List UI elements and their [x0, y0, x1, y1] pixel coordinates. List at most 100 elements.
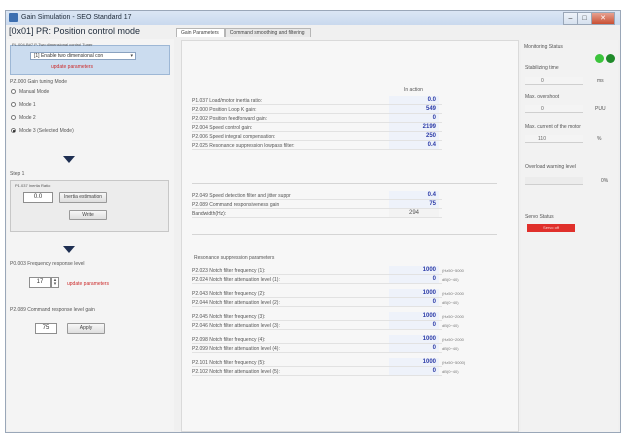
max-current-unit: %	[597, 136, 602, 142]
param-value[interactable]: 0	[389, 298, 439, 306]
param-value[interactable]: 0.4	[389, 191, 439, 199]
write-button[interactable]: Write	[69, 210, 107, 220]
table-row: P2.099 Notch filter attenuation level (4…	[192, 344, 459, 353]
param-unit: dB(0~40)	[442, 369, 459, 374]
radio-mode-2[interactable]: Mode 2	[11, 113, 36, 122]
radio-manual-mode[interactable]: Manual Mode	[11, 87, 49, 96]
param-unit: dB(0~40)	[442, 300, 459, 305]
overload-warning-unit: 0%	[601, 178, 609, 184]
radio-button[interactable]	[11, 102, 16, 107]
gain-parameters-panel: In action P1.037 Load/motor inertia rati…	[181, 40, 519, 432]
inertia-estimation-button[interactable]: Inertia estimation	[59, 192, 107, 203]
combo-value: [1] Enable two dimensional con	[34, 53, 104, 59]
param-name: P2.044 Notch filter attenuation level (2…	[192, 300, 280, 306]
status-light-icon	[606, 54, 615, 63]
table-row: P2.024 Notch filter attenuation level (1…	[192, 275, 459, 284]
window-controls: – □ ✕	[563, 12, 615, 25]
max-current-field: 110	[525, 135, 583, 143]
param-name: P2.024 Notch filter attenuation level (1…	[192, 277, 280, 283]
stabilizing-time-field: 0	[525, 77, 583, 85]
param-value[interactable]: 1000	[389, 358, 439, 366]
resonance-section-title: Resonance suppression parameters	[194, 255, 275, 261]
tuning-panel: PL.004-B#7 P-Two dimensional control Tun…	[7, 39, 174, 431]
param-value[interactable]: 0	[389, 321, 439, 329]
table-row: P2.102 Notch filter attenuation level (5…	[192, 367, 459, 376]
param-value[interactable]: 0.4	[389, 141, 439, 149]
table-row: P2.043 Notch filter frequency (2): 1000 (H…	[192, 289, 464, 298]
close-button[interactable]: ✕	[591, 12, 615, 25]
page-title: [0x01] PR: Position control mode	[9, 26, 141, 36]
param-unit: dB(0~40)	[442, 277, 459, 282]
param-unit: (Hz50~5000)	[442, 360, 466, 365]
max-overshoot-value: 0	[541, 106, 544, 112]
update-parameters-link[interactable]: update parameters	[67, 281, 109, 287]
window-title: Gain Simulation - SEO Standard 17	[21, 14, 132, 21]
param-value[interactable]: 1000	[389, 289, 439, 297]
param-unit: dB(0~40)	[442, 346, 459, 351]
param-value[interactable]: 1000	[389, 335, 439, 343]
status-light-icon	[595, 54, 604, 63]
gain-parameter-table: P1.037 Load/motor inertia ratio: 0.0 P2.0…	[192, 96, 442, 150]
param-name: P2.045 Notch filter frequency (3):	[192, 314, 266, 320]
app-icon	[9, 13, 18, 22]
servo-status-label: Servo Status	[525, 214, 554, 220]
param-value[interactable]: 0.0	[389, 96, 439, 104]
param-name: Bandwidth(Hz):	[192, 211, 227, 217]
maximize-button[interactable]: □	[577, 12, 592, 25]
param-value[interactable]: 0	[389, 275, 439, 283]
command-response-input[interactable]: 75	[35, 323, 57, 334]
table-row: P2.002 Position feedforward gain: 0	[192, 114, 442, 123]
two-dim-control-label: PL.004-B#7 P-Two dimensional control Tun…	[12, 42, 93, 47]
param-name: P2.099 Notch filter attenuation level (4…	[192, 346, 280, 352]
two-dim-control-select[interactable]: [1] Enable two dimensional con ▾	[30, 52, 136, 60]
param-name: P2.049 Speed detection filter and jitter…	[192, 193, 291, 199]
divider	[192, 234, 497, 235]
param-value[interactable]: 0	[389, 344, 439, 352]
param-value[interactable]: 1000	[389, 312, 439, 320]
tab-command-smoothing[interactable]: Command smoothing and filtering	[224, 28, 311, 37]
apply-button[interactable]: Apply	[67, 323, 105, 334]
radio-button-selected[interactable]	[11, 128, 16, 133]
overload-warning-label: Overload warning level	[525, 164, 576, 170]
stabilizing-time-unit: ms	[597, 78, 604, 84]
param-name: P2.043 Notch filter frequency (2):	[192, 291, 266, 297]
param-value[interactable]: 1000	[389, 266, 439, 274]
param-value[interactable]: 250	[389, 132, 439, 140]
down-arrow-icon	[63, 156, 75, 163]
param-value[interactable]: 0	[389, 367, 439, 375]
update-parameters-link[interactable]: update parameters	[51, 64, 93, 70]
app-window: Gain Simulation - SEO Standard 17 – □ ✕ …	[5, 10, 621, 433]
chevron-down-icon: ▾	[130, 53, 133, 59]
table-row: P1.037 Load/motor inertia ratio: 0.0	[192, 96, 442, 105]
stepper-icon[interactable]: ▴ ▾	[51, 277, 59, 288]
inertia-ratio-input[interactable]: 0.0	[23, 192, 53, 203]
command-response-label: P2.089 Command response level gain	[10, 307, 95, 313]
param-name: P1.037 Load/motor inertia ratio:	[192, 98, 263, 104]
resonance-table: P2.023 Notch filter frequency (1): 1000 (H…	[192, 266, 465, 376]
radio-button[interactable]	[11, 89, 16, 94]
radio-mode-3[interactable]: Mode 3 (Selected Mode)	[11, 126, 74, 135]
param-unit: (Hz50~5000	[442, 268, 464, 273]
param-value[interactable]: 2199	[389, 123, 439, 131]
tab-gain-parameters[interactable]: Gain Parameters	[176, 28, 225, 37]
max-overshoot-unit: PUU	[595, 106, 606, 112]
minimize-button[interactable]: –	[563, 12, 578, 25]
table-row: P2.006 Speed integral compensation: 250	[192, 132, 442, 141]
param-unit: (Hz50~2000	[442, 314, 464, 319]
param-unit: (Hz50~2000	[442, 291, 464, 296]
title-bar: Gain Simulation - SEO Standard 17 – □ ✕	[6, 11, 620, 25]
step-1-label: Step 1	[10, 171, 25, 177]
radio-button[interactable]	[11, 115, 16, 120]
frequency-response-label: P0.003 Frequency response level	[10, 261, 85, 267]
frequency-response-input[interactable]: 17	[29, 277, 51, 288]
param-value[interactable]: 0	[389, 114, 439, 122]
table-row: Bandwidth(Hz): 294	[192, 209, 442, 218]
param-value[interactable]: 75	[389, 200, 439, 208]
radio-label: Mode 3 (Selected Mode)	[19, 127, 74, 134]
radio-mode-1[interactable]: Mode 1	[11, 100, 36, 109]
param-name: P2.101 Notch filter frequency (5):	[192, 360, 266, 366]
param-unit: (Hz50~2000	[442, 337, 464, 342]
table-row: P2.044 Notch filter attenuation level (2…	[192, 298, 459, 307]
param-value[interactable]: 549	[389, 105, 439, 113]
param-name: P2.046 Notch filter attenuation level (3…	[192, 323, 280, 329]
